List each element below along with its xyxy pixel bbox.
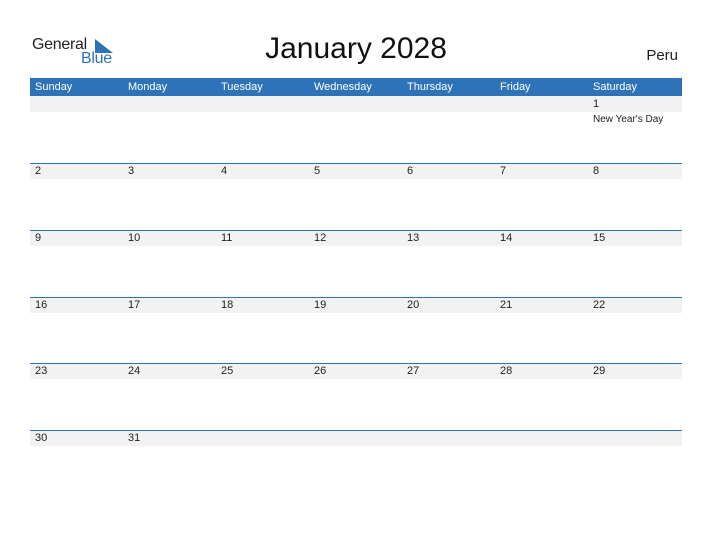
day-number: 24 <box>128 365 141 377</box>
day-number: 21 <box>500 299 513 311</box>
week-row: 9 10 11 12 13 14 15 <box>30 230 682 297</box>
weekday-monday: Monday <box>128 81 168 93</box>
week-divider <box>30 163 682 164</box>
week-divider <box>30 363 682 364</box>
week-row: 16 17 18 19 20 21 22 <box>30 297 682 364</box>
day-number: 4 <box>221 165 228 177</box>
calendar-title: January 2028 <box>265 32 447 65</box>
day-number: 15 <box>593 232 606 244</box>
day-number: 16 <box>35 299 48 311</box>
day-number: 22 <box>593 299 606 311</box>
weekday-header: Sunday Monday Tuesday Wednesday Thursday Frid… <box>30 78 682 96</box>
day-number: 8 <box>593 165 600 177</box>
day-number: 28 <box>500 365 513 377</box>
day-number: 27 <box>407 365 420 377</box>
day-number: 18 <box>221 299 234 311</box>
day-number: 2 <box>35 165 42 177</box>
holiday-label: New Year's Day <box>593 114 664 125</box>
week-divider <box>30 430 682 431</box>
week-row: 1 New Year's Day <box>30 96 682 163</box>
day-number: 14 <box>500 232 513 244</box>
day-number: 23 <box>35 365 48 377</box>
week-divider <box>30 297 682 298</box>
day-number: 10 <box>128 232 141 244</box>
weekday-thursday: Thursday <box>407 81 453 93</box>
country-label: Peru <box>646 47 678 64</box>
day-number: 25 <box>221 365 234 377</box>
day-number: 19 <box>314 299 327 311</box>
date-band <box>30 96 682 112</box>
weekday-saturday: Saturday <box>593 81 638 93</box>
day-number: 30 <box>35 432 48 444</box>
day-number: 6 <box>407 165 414 177</box>
week-divider <box>30 230 682 231</box>
day-number: 20 <box>407 299 420 311</box>
day-number: 5 <box>314 165 321 177</box>
week-row: 30 31 <box>30 430 682 497</box>
day-number: 29 <box>593 365 606 377</box>
weekday-friday: Friday <box>500 81 531 93</box>
day-number: 26 <box>314 365 327 377</box>
day-number: 17 <box>128 299 141 311</box>
weekday-sunday: Sunday <box>35 81 73 93</box>
day-number: 31 <box>128 432 141 444</box>
week-row: 23 24 25 26 27 28 29 <box>30 363 682 430</box>
day-number: 3 <box>128 165 135 177</box>
day-number: 9 <box>35 232 42 244</box>
week-row: 2 3 4 5 6 7 8 <box>30 163 682 230</box>
weekday-tuesday: Tuesday <box>221 81 263 93</box>
day-number: 11 <box>221 232 233 244</box>
day-number: 1 <box>593 98 600 110</box>
day-number: 12 <box>314 232 327 244</box>
day-number: 13 <box>407 232 420 244</box>
day-number: 7 <box>500 165 507 177</box>
weekday-wednesday: Wednesday <box>314 81 372 93</box>
